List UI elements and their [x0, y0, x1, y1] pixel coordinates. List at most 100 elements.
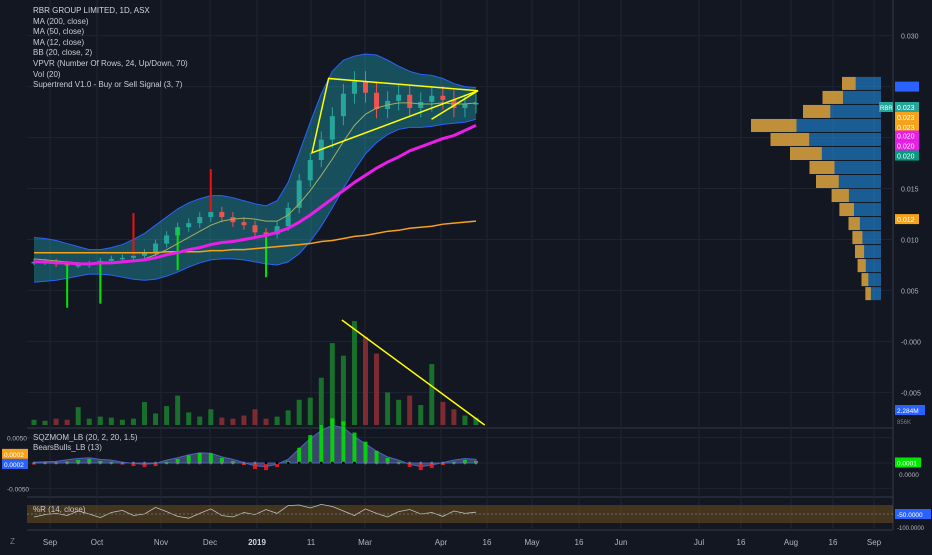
- sqz-dot: [275, 461, 279, 465]
- symbol-tag-label: RBR: [880, 106, 893, 112]
- x-tick-label: Dec: [203, 538, 217, 547]
- sqz-dot: [154, 461, 157, 465]
- legend-vol[interactable]: Vol (20): [33, 70, 188, 81]
- y-tick-label: -0.000: [901, 339, 921, 346]
- volume-tag-label: 856K: [897, 420, 911, 426]
- candle-body: [329, 116, 335, 140]
- price-tag-label: 0.020: [897, 144, 915, 151]
- bearsbulls-title[interactable]: BearsBulls_LB (13): [33, 443, 102, 452]
- x-tick-label: Jun: [615, 538, 628, 547]
- candle-body: [108, 258, 114, 261]
- sqz-dot: [165, 461, 169, 465]
- legend-ma12[interactable]: MA (12, close): [33, 38, 188, 49]
- sqz-dot: [209, 461, 213, 465]
- sqzmom-title[interactable]: SQZMOM_LB (20, 2, 20, 1.5): [33, 433, 137, 442]
- sqz-dot: [375, 461, 378, 465]
- williams-r-title[interactable]: %R (14, close): [33, 505, 85, 514]
- volume-profile-bar: [816, 175, 839, 189]
- volume-bar: [197, 416, 203, 425]
- sqz-histogram-bar: [341, 421, 346, 463]
- sqz-dot: [408, 461, 412, 465]
- sqz-histogram-bar: [330, 418, 335, 463]
- volume-profile-bar: [865, 287, 871, 301]
- volume-bar: [241, 415, 247, 425]
- volume-bar: [64, 419, 70, 425]
- price-tag-label: 0.025: [897, 85, 915, 92]
- candle-body: [462, 103, 468, 109]
- volume-bar: [86, 418, 92, 425]
- candle-body: [164, 235, 170, 244]
- volume-bar: [263, 418, 269, 425]
- legend-vpvr[interactable]: VPVR (Number Of Rows, 24, Up/Down, 70): [33, 59, 188, 70]
- sqz-histogram-bar: [308, 435, 313, 463]
- candle-body: [407, 94, 413, 109]
- candle-body: [285, 207, 291, 227]
- sqz-dot: [43, 461, 47, 465]
- candle-body: [363, 81, 368, 93]
- sqz-dot: [264, 461, 268, 465]
- volume-bar: [407, 395, 413, 425]
- sqz-histogram-bar: [352, 432, 357, 463]
- main-legend: RBR GROUP LIMITED, 1D, ASX MA (200, clos…: [33, 6, 188, 91]
- sqz-dot: [98, 461, 102, 465]
- legend-supertrend[interactable]: Supertrend V1.0 - Buy or Sell Signal (3,…: [33, 80, 188, 91]
- price-tag-label: 0.023: [897, 115, 915, 122]
- sqz-dot: [297, 461, 301, 465]
- x-tick-label: Jul: [694, 538, 704, 547]
- volume-profile-bar: [809, 161, 835, 175]
- candle-body: [440, 95, 446, 100]
- volume-bar: [175, 395, 181, 425]
- candle-body: [186, 223, 192, 228]
- volume-profile-bar: [848, 217, 860, 231]
- volume-bar: [274, 416, 280, 425]
- sqz-dot: [463, 461, 467, 465]
- sqz-histogram-bar: [363, 441, 368, 463]
- volume-profile-bar: [831, 189, 849, 203]
- sqz-dot: [319, 461, 323, 465]
- sqz-value-label: 0.0001: [897, 460, 917, 467]
- volume-bar: [53, 418, 59, 425]
- candle-body: [374, 92, 380, 110]
- volume-bar: [374, 353, 380, 425]
- volume-profile-bar: [861, 273, 869, 287]
- volume-bar: [340, 355, 346, 425]
- sqz-value-label: 0.0000: [899, 472, 919, 479]
- volume-bar: [97, 416, 103, 425]
- legend-bb[interactable]: BB (20, close, 2): [33, 48, 188, 59]
- sqz-histogram-bar: [197, 452, 202, 463]
- sqz-y-tick-label: -0.0050: [7, 486, 29, 493]
- candle-body: [252, 225, 258, 233]
- price-tag-label: 0.020: [897, 134, 915, 141]
- williams-r-value: -50.0000: [897, 512, 923, 519]
- volume-bar: [108, 417, 114, 425]
- volume-profile-bar: [855, 245, 865, 259]
- x-tick-label: May: [524, 538, 539, 547]
- sqz-histogram-bar: [208, 453, 213, 463]
- legend-ma200[interactable]: MA (200, close): [33, 17, 188, 28]
- volume-bar: [42, 420, 48, 425]
- volume-bar: [385, 392, 391, 425]
- volume-bar: [351, 321, 357, 425]
- y-tick-label: 0.015: [901, 187, 919, 194]
- sqz-dot: [286, 461, 290, 465]
- sqz-value-label: 0.0002: [4, 452, 24, 459]
- volume-profile-bar: [790, 146, 822, 160]
- legend-ma50[interactable]: MA (50, close): [33, 27, 188, 38]
- sqz-dot: [342, 461, 345, 465]
- candle-body: [219, 211, 225, 218]
- volume-bar: [462, 415, 468, 425]
- sqz-dot: [253, 461, 257, 465]
- sqz-dot: [386, 461, 389, 465]
- x-tick-label: Sep: [43, 538, 58, 547]
- x-tick-label: Sep: [867, 538, 882, 547]
- sqz-dot: [474, 461, 478, 465]
- x-tick-label: 11: [307, 538, 316, 547]
- sqz-dot: [397, 461, 401, 465]
- y-tick-label: -0.005: [901, 390, 921, 397]
- volume-bar: [329, 343, 335, 425]
- volume-bar: [130, 418, 136, 425]
- chart: Z Sep Oct Nov Dec 2019 11 Mar Apr 16 May 16 Jun Jul 16…: [0, 0, 932, 550]
- sqz-dot: [242, 461, 246, 465]
- sqz-dot: [32, 461, 36, 465]
- volume-bar: [153, 413, 159, 425]
